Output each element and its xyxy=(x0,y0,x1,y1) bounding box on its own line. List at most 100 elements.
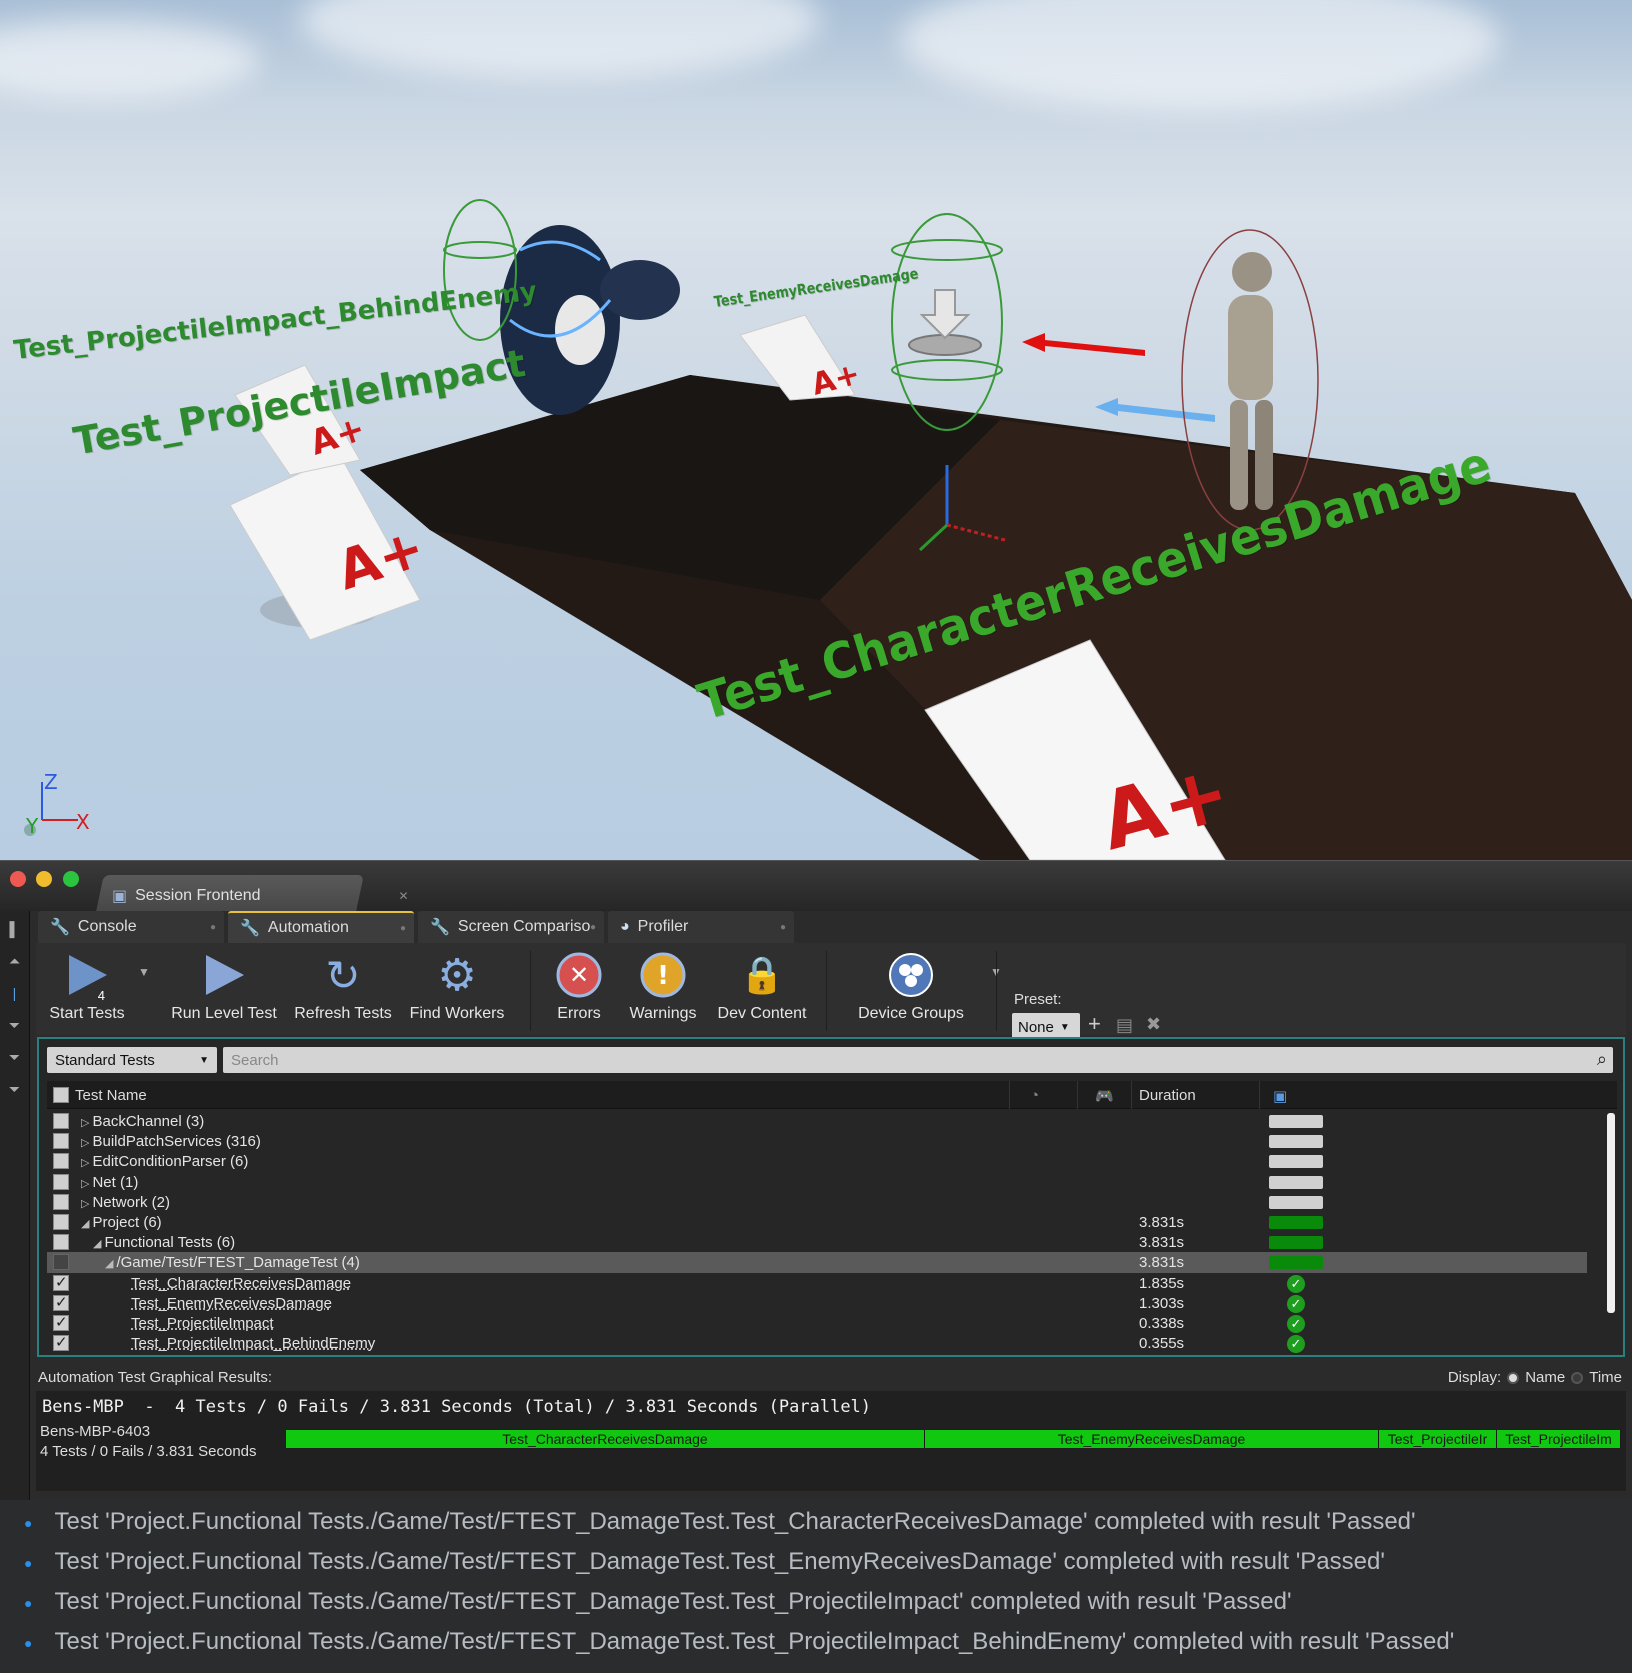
warnings-filter-button[interactable]: ! Warnings xyxy=(620,943,706,1035)
select-all-checkbox[interactable] xyxy=(53,1087,69,1103)
wrench-icon: 🔧 xyxy=(50,919,70,936)
timeline-bar[interactable]: Test_EnemyReceivesDamage xyxy=(925,1430,1379,1448)
table-row[interactable]: ◢ Project (6) 3.831s xyxy=(47,1212,1587,1233)
close-tab-icon[interactable]: ● xyxy=(210,922,216,933)
table-row[interactable]: Test_CharacterReceivesDamage 1.835s ✓ xyxy=(47,1273,1587,1294)
maximize-window-button[interactable] xyxy=(63,871,79,887)
chevron-down-icon: ▼ xyxy=(199,1054,209,1066)
device-column-icon[interactable]: ▣ xyxy=(1273,1087,1287,1105)
column-duration[interactable]: Duration xyxy=(1139,1087,1196,1104)
dev-content-button[interactable]: 🔒 Dev Content xyxy=(712,943,812,1035)
passed-check-icon: ✓ xyxy=(1287,1294,1305,1313)
collapsed-arrow-icon[interactable]: ▷ xyxy=(81,1137,89,1149)
table-row[interactable]: ◢/Game/Test/FTEST_DamageTest (4) 3.831s xyxy=(47,1252,1587,1274)
errors-filter-button[interactable]: ✕ Errors xyxy=(544,943,614,1035)
find-workers-button[interactable]: ⚙ Find Workers xyxy=(402,943,512,1035)
save-preset-icon[interactable]: ▤ xyxy=(1116,1015,1133,1036)
collapse-up-icon[interactable]: ⏶ xyxy=(5,953,25,975)
major-tab-label: Session Frontend xyxy=(135,887,261,904)
collapse-down-icon[interactable]: ⏷ xyxy=(5,1017,25,1039)
level-viewport[interactable]: A+ A+ A+ A+ Test_ProjectileImpact_Behind… xyxy=(0,0,1632,860)
table-row[interactable]: ▷ Network (2) xyxy=(47,1192,1587,1213)
history-column-icon[interactable]: ◔ xyxy=(1030,1087,1039,1104)
row-checkbox[interactable] xyxy=(53,1293,69,1311)
row-checkbox[interactable] xyxy=(53,1153,69,1170)
log-line: ● Test 'Project.Functional Tests./Game/Te… xyxy=(24,1548,1385,1576)
close-tab-icon[interactable]: ● xyxy=(400,923,406,934)
row-checkbox[interactable] xyxy=(53,1214,69,1230)
sub-tab-bar: 🔧 Console ● 🔧 Automation ● 🔧 Screen Comp… xyxy=(38,911,794,943)
column-test-name[interactable]: Test Name xyxy=(75,1087,147,1104)
chevron-down-icon: ▼ xyxy=(138,965,150,979)
test-name: EditConditionParser (6) xyxy=(92,1153,249,1171)
warning-icon: ! xyxy=(639,951,687,999)
tab-label: Automation xyxy=(267,919,349,936)
display-time-radio[interactable] xyxy=(1571,1371,1584,1384)
collapsed-arrow-icon[interactable]: ▷ xyxy=(81,1157,89,1169)
table-row[interactable]: ▷ EditConditionParser (6) xyxy=(47,1151,1587,1172)
close-window-button[interactable] xyxy=(10,871,26,887)
tab-screen-comparison[interactable]: 🔧 Screen Compariso ● xyxy=(418,911,604,943)
close-tab-icon[interactable]: ✕ xyxy=(399,889,409,903)
row-checkbox[interactable] xyxy=(53,1254,69,1271)
collapsed-arrow-icon[interactable]: ▷ xyxy=(81,1117,89,1129)
display-name-radio[interactable] xyxy=(1507,1371,1520,1384)
device-groups-button[interactable]: Device Groups xyxy=(846,943,976,1035)
table-row[interactable]: ▷ Net (1) xyxy=(47,1172,1587,1193)
collapsed-arrow-icon[interactable]: ▷ xyxy=(81,1178,89,1190)
bullet-icon: ● xyxy=(24,1554,33,1571)
test-type-select[interactable]: Standard Tests ▼ xyxy=(47,1047,217,1073)
collapse-down-icon[interactable]: ⏷ xyxy=(5,1081,25,1103)
row-checkbox[interactable] xyxy=(53,1113,69,1129)
error-icon: ✕ xyxy=(555,951,603,999)
display-name-label: Name xyxy=(1525,1369,1566,1386)
search-input[interactable]: Search ⌕ xyxy=(223,1047,1613,1073)
row-checkbox[interactable] xyxy=(53,1313,69,1331)
refresh-tests-button[interactable]: ↻ Refresh Tests xyxy=(288,943,398,1035)
add-preset-icon[interactable]: + xyxy=(1088,1011,1101,1037)
start-tests-dropdown[interactable]: ▼ xyxy=(132,943,156,1035)
row-checkbox[interactable] xyxy=(53,1173,69,1190)
remove-preset-icon[interactable]: ✖ xyxy=(1146,1014,1161,1035)
tab-profiler[interactable]: ◕ Profiler ● xyxy=(608,911,794,943)
row-checkbox[interactable] xyxy=(53,1273,69,1291)
row-checkbox[interactable] xyxy=(53,1193,69,1210)
expanded-arrow-icon[interactable]: ◢ xyxy=(93,1238,101,1250)
table-row[interactable]: Test_ProjectileImpact_BehindEnemy 0.355s ✓ xyxy=(47,1333,1587,1354)
expanded-arrow-icon[interactable]: ◢ xyxy=(81,1218,89,1230)
svg-text:!: ! xyxy=(657,961,669,991)
search-icon[interactable]: ⌕ xyxy=(1597,1049,1607,1070)
table-row[interactable]: ▷ BackChannel (3) xyxy=(47,1111,1587,1132)
wrench-icon: 🔧 xyxy=(430,919,450,936)
tab-automation[interactable]: 🔧 Automation ● xyxy=(228,911,414,943)
dock-handle-icon[interactable]: ▌ xyxy=(5,921,25,943)
tab-console[interactable]: 🔧 Console ● xyxy=(38,911,224,943)
preset-value: None xyxy=(1018,1018,1054,1036)
expanded-arrow-icon[interactable]: ◢ xyxy=(105,1258,113,1270)
minimize-window-button[interactable] xyxy=(36,871,52,887)
table-row[interactable]: ◢ Functional Tests (6) 3.831s xyxy=(47,1232,1587,1253)
timeline-bar[interactable]: Test_CharacterReceivesDamage xyxy=(286,1430,925,1448)
dock-slot-icon[interactable]: | xyxy=(5,985,25,1007)
row-checkbox[interactable] xyxy=(53,1234,69,1251)
table-row[interactable]: Test_EnemyReceivesDamage 1.303s ✓ xyxy=(47,1293,1587,1314)
timeline-bar[interactable]: Test_ProjectileIm xyxy=(1497,1430,1621,1448)
close-tab-icon[interactable]: ● xyxy=(780,922,786,933)
find-workers-label: Find Workers xyxy=(409,1005,505,1022)
timeline-bar[interactable]: Test_ProjectileIr xyxy=(1379,1430,1497,1448)
close-tab-icon[interactable]: ● xyxy=(590,922,596,933)
table-row[interactable]: ▷ BuildPatchServices (316) xyxy=(47,1131,1587,1152)
run-level-test-label: Run Level Test xyxy=(171,1005,277,1022)
gamepad-column-icon[interactable]: 🎮 xyxy=(1095,1087,1114,1105)
chevron-down-icon: ▼ xyxy=(1059,1021,1070,1033)
row-checkbox[interactable] xyxy=(53,1333,69,1352)
table-row[interactable]: Test_ProjectileImpact 0.338s ✓ xyxy=(47,1313,1587,1334)
start-tests-button[interactable]: 4 Start Tests xyxy=(42,943,132,1035)
row-checkbox[interactable] xyxy=(53,1133,69,1150)
run-level-test-button[interactable]: Run Level Test xyxy=(164,943,284,1035)
toolbar-divider xyxy=(530,951,531,1031)
collapsed-arrow-icon[interactable]: ▷ xyxy=(81,1198,89,1210)
bullet-icon: ● xyxy=(24,1634,33,1651)
collapse-down-icon[interactable]: ⏷ xyxy=(5,1049,25,1071)
test-list-scrollbar[interactable] xyxy=(1607,1113,1615,1313)
